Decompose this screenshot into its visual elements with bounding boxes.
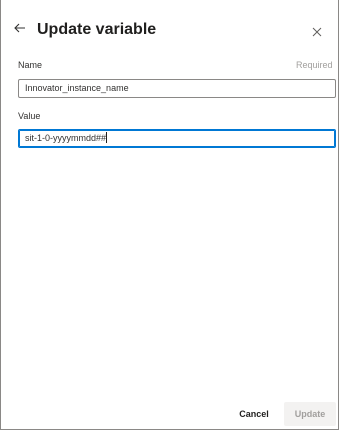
name-field-value: Innovator_instance_name (25, 83, 129, 93)
value-field[interactable]: sit-1-0-yyyymmdd## (18, 129, 336, 148)
value-label: Value (18, 111, 41, 121)
update-variable-panel: Update variable Name Required Innovator_… (0, 0, 339, 430)
name-label: Name (18, 60, 43, 70)
panel-header: Update variable (1, 0, 339, 48)
text-caret (106, 132, 108, 143)
name-field[interactable]: Innovator_instance_name (18, 79, 336, 98)
close-button[interactable] (308, 22, 326, 42)
cancel-button[interactable]: Cancel (230, 402, 278, 426)
close-icon (312, 27, 322, 37)
page-title: Update variable (37, 21, 157, 38)
update-button[interactable]: Update (284, 402, 336, 426)
back-button[interactable] (11, 18, 29, 38)
required-indicator: Required (296, 60, 333, 70)
value-field-value: sit-1-0-yyyymmdd## (25, 133, 107, 143)
arrow-left-icon (14, 23, 25, 33)
